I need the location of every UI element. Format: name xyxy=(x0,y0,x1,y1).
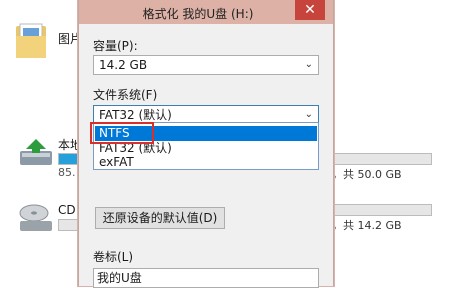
capacity-select[interactable]: 14.2 GB ⌄ xyxy=(93,55,319,75)
drive-usage-bar-right xyxy=(332,153,432,165)
drive-total-text: ，共 50.0 GB xyxy=(332,168,402,181)
restore-defaults-button[interactable]: 还原设备的默认值(D) xyxy=(95,207,225,229)
capacity-label: 容量(P): xyxy=(93,39,138,53)
option-fat32[interactable]: FAT32 (默认) xyxy=(95,141,317,156)
drive-icon xyxy=(20,139,52,165)
dialog-titlebar[interactable]: 格式化 我的U盘 (H:) ✕ xyxy=(79,0,333,24)
close-icon: ✕ xyxy=(304,2,316,18)
format-dialog: 格式化 我的U盘 (H:) ✕ 容量(P): 14.2 GB ⌄ 文件系统(F)… xyxy=(78,0,334,288)
option-exfat[interactable]: exFAT xyxy=(95,155,317,170)
option-ntfs[interactable]: NTFS xyxy=(95,126,317,141)
cd-usage-bar-right xyxy=(332,204,432,216)
cd-drive-icon xyxy=(19,204,52,231)
cd-total-text: ，共 14.2 GB xyxy=(332,219,402,232)
cd-drive-label[interactable]: CD xyxy=(58,203,76,217)
filesystem-label: 文件系统(F) xyxy=(93,88,158,102)
volume-label-caption: 卷标(L) xyxy=(93,250,134,264)
folder-icon xyxy=(16,23,46,58)
filesystem-value: FAT32 (默认) xyxy=(99,108,172,122)
volume-label-input[interactable]: 我的U盘 xyxy=(93,268,319,288)
close-button[interactable]: ✕ xyxy=(295,0,325,20)
cd-usage-bar xyxy=(58,219,78,231)
capacity-value: 14.2 GB xyxy=(99,58,148,72)
drive-usage-bar xyxy=(58,153,78,165)
filesystem-dropdown-list: NTFS FAT32 (默认) exFAT xyxy=(93,122,319,170)
dialog-title: 格式化 我的U盘 (H:) xyxy=(142,7,254,21)
chevron-down-icon: ⌄ xyxy=(304,59,313,70)
volume-label-value: 我的U盘 xyxy=(97,271,142,285)
drive-free-text: 85. xyxy=(58,166,76,179)
